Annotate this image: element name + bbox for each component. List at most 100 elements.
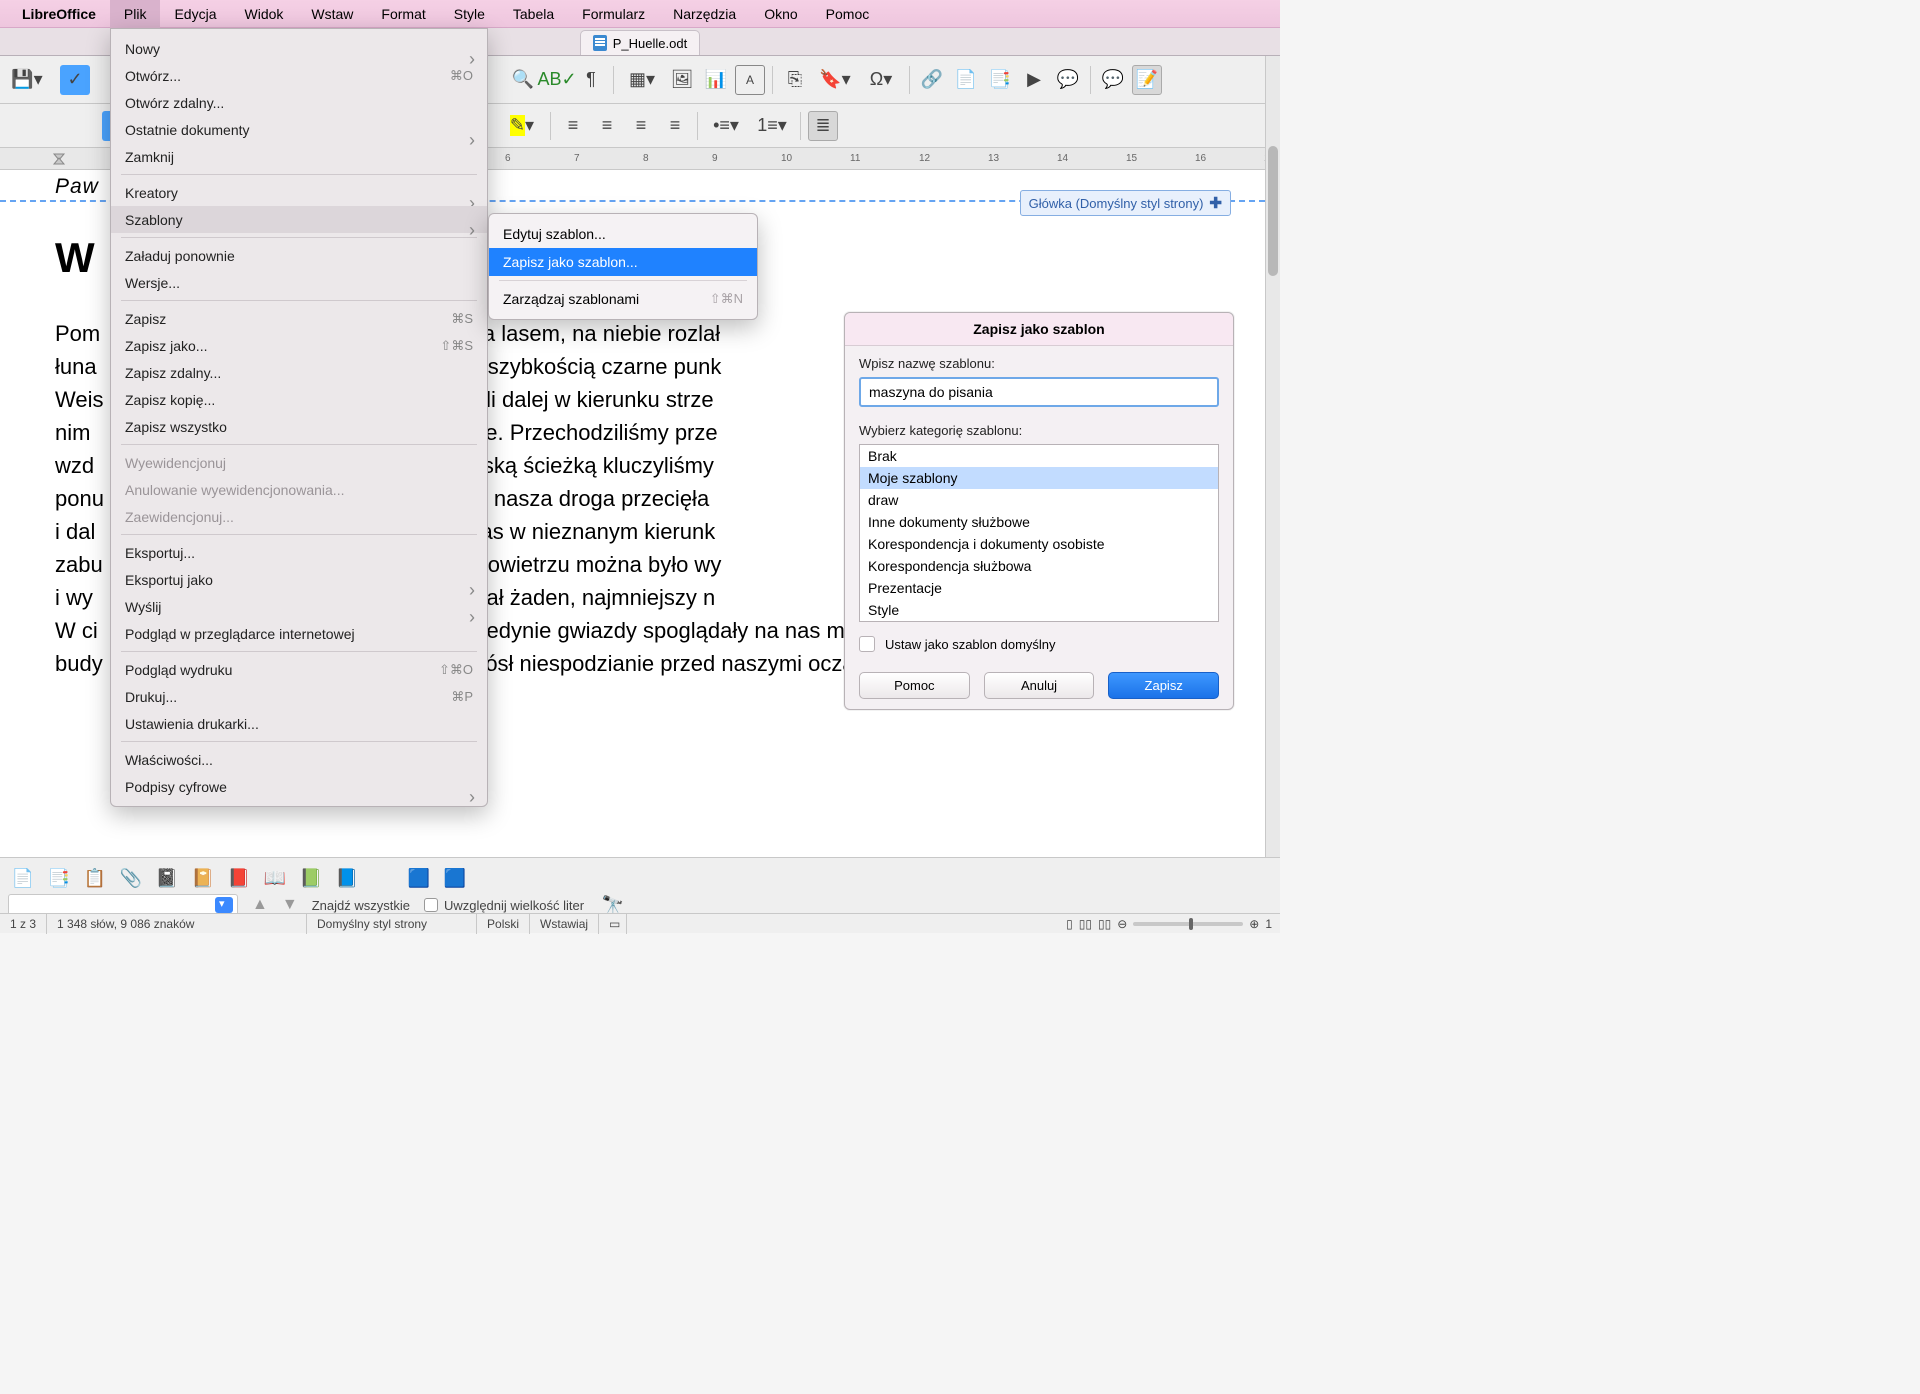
menu-item[interactable]: Drukuj...⌘P — [111, 683, 487, 710]
save-button[interactable]: 💾▾ — [6, 65, 48, 95]
zoom-in-icon[interactable]: ⊕ — [1249, 917, 1259, 931]
menu-item[interactable]: Wersje... — [111, 269, 487, 296]
track-changes-button[interactable]: 💬 — [1098, 65, 1128, 95]
insert-pagebreak-button[interactable]: ⎘ — [780, 65, 810, 95]
nav-icon-2[interactable]: 📑 — [44, 864, 74, 894]
menu-item[interactable]: Załaduj ponownie — [111, 242, 487, 269]
insert-comment-button[interactable]: 💬 — [1053, 65, 1083, 95]
menu-edycja[interactable]: Edycja — [160, 0, 230, 28]
nav-icon-9[interactable]: 📗 — [296, 864, 326, 894]
category-item[interactable]: Korespondencja służbowa — [860, 555, 1218, 577]
scrollbar-thumb[interactable] — [1268, 146, 1278, 276]
category-item[interactable]: Moje szablony — [860, 467, 1218, 489]
view-book-icon[interactable]: ▯▯ — [1098, 917, 1111, 931]
template-name-input[interactable] — [859, 377, 1219, 407]
menu-item[interactable]: Eksportuj... — [111, 539, 487, 566]
menu-item[interactable]: Zapisz jako...⇧⌘S — [111, 332, 487, 359]
number-list-button[interactable]: 1≡▾ — [751, 111, 793, 141]
zoom-slider[interactable] — [1133, 922, 1243, 926]
nav-icon-1[interactable]: 📄 — [8, 864, 38, 894]
menu-item[interactable]: Podgląd w przeglądarce internetowej — [111, 620, 487, 647]
submenu-item[interactable]: Edytuj szablon... — [489, 220, 757, 248]
status-pages[interactable]: 1 z 3 — [0, 914, 47, 934]
menu-item[interactable]: Eksportuj jako — [111, 566, 487, 593]
menu-style[interactable]: Style — [440, 0, 499, 28]
help-button[interactable]: Pomoc — [859, 672, 970, 699]
dropdown-icon[interactable] — [215, 897, 233, 913]
menu-item[interactable]: Podpisy cyfrowe — [111, 773, 487, 800]
nav-icon-color2[interactable]: 🟦 — [440, 864, 470, 894]
menu-wstaw[interactable]: Wstaw — [297, 0, 367, 28]
submenu-item[interactable]: Zapisz jako szablon... — [489, 248, 757, 276]
find-prev-icon[interactable]: ▲ — [252, 896, 268, 914]
set-default-checkbox[interactable] — [859, 636, 875, 652]
status-selection-mode[interactable]: ▭ — [599, 914, 627, 934]
insert-hyperlink-button[interactable]: 🔗 — [917, 65, 947, 95]
nav-icon-7[interactable]: 📕 — [224, 864, 254, 894]
find-replace-icon[interactable]: 🔍 — [508, 65, 538, 95]
status-style[interactable]: Domyślny styl strony — [307, 914, 477, 934]
template-category-list[interactable]: BrakMoje szablonydrawInne dokumenty służ… — [859, 444, 1219, 622]
align-left-button[interactable]: ≡ — [558, 111, 588, 141]
document-tab[interactable]: P_Huelle.odt — [580, 30, 700, 55]
highlight-color-button[interactable]: ✎▾ — [501, 111, 543, 141]
menu-item[interactable]: Podgląd wydruku⇧⌘O — [111, 656, 487, 683]
menu-item[interactable]: Ustawienia drukarki... — [111, 710, 487, 737]
category-item[interactable]: Brak — [860, 445, 1218, 467]
menu-item[interactable]: Szablony — [111, 206, 487, 233]
insert-footnote-button[interactable]: 📄 — [951, 65, 981, 95]
find-next-icon[interactable]: ▼ — [282, 896, 298, 914]
menu-formularz[interactable]: Formularz — [568, 0, 659, 28]
nav-icon-color1[interactable]: 🟦 — [404, 864, 434, 894]
formatting-marks-icon[interactable]: ¶ — [576, 65, 606, 95]
menu-format[interactable]: Format — [367, 0, 439, 28]
nav-icon-10[interactable]: 📘 — [332, 864, 362, 894]
spellcheck-icon[interactable]: AB✓ — [542, 65, 572, 95]
view-multi-icon[interactable]: ▯▯ — [1079, 917, 1092, 931]
toolbar-blue-check[interactable]: ✓ — [60, 65, 90, 95]
nav-icon-4[interactable]: 📎 — [116, 864, 146, 894]
menu-item[interactable]: Zamknij — [111, 143, 487, 170]
save-button[interactable]: Zapisz — [1108, 672, 1219, 699]
nav-icon-5[interactable]: 📓 — [152, 864, 182, 894]
menu-okno[interactable]: Okno — [750, 0, 811, 28]
nav-icon-3[interactable]: 📋 — [80, 864, 110, 894]
insert-specialchar-button[interactable]: Ω▾ — [860, 65, 902, 95]
outline-button[interactable]: ≣ — [808, 111, 838, 141]
align-right-button[interactable]: ≡ — [626, 111, 656, 141]
nav-icon-8[interactable]: 📖 — [260, 864, 290, 894]
vertical-scrollbar[interactable] — [1265, 56, 1280, 888]
status-words[interactable]: 1 348 słów, 9 086 znaków — [47, 914, 307, 934]
insert-table-button[interactable]: ▦▾ — [621, 65, 663, 95]
insert-image-button[interactable]: 🖼 — [667, 65, 697, 95]
menu-item[interactable]: Nowy — [111, 35, 487, 62]
category-item[interactable]: Prezentacje — [860, 577, 1218, 599]
cancel-button[interactable]: Anuluj — [984, 672, 1095, 699]
nav-icon-6[interactable]: 📔 — [188, 864, 218, 894]
show-changes-button[interactable]: 📝 — [1132, 65, 1162, 95]
view-single-icon[interactable]: ▯ — [1066, 917, 1073, 931]
align-justify-button[interactable]: ≡ — [660, 111, 690, 141]
find-all-label[interactable]: Znajdź wszystkie — [312, 898, 410, 913]
bullet-list-button[interactable]: •≡▾ — [705, 111, 747, 141]
menu-item[interactable]: Zapisz kopię... — [111, 386, 487, 413]
menu-plik[interactable]: Plik — [110, 0, 161, 28]
plus-icon[interactable]: ✚ — [1209, 194, 1222, 212]
category-item[interactable]: Inne dokumenty służbowe — [860, 511, 1218, 533]
status-lang[interactable]: Polski — [477, 914, 530, 934]
insert-bookmark-button[interactable]: 📑 — [985, 65, 1015, 95]
menu-item[interactable]: Zapisz wszystko — [111, 413, 487, 440]
menu-item[interactable]: Zapisz zdalny... — [111, 359, 487, 386]
category-item[interactable]: draw — [860, 489, 1218, 511]
menu-tabela[interactable]: Tabela — [499, 0, 568, 28]
category-item[interactable]: Korespondencja i dokumenty osobiste — [860, 533, 1218, 555]
menu-item[interactable]: Zapisz⌘S — [111, 305, 487, 332]
menu-narzędzia[interactable]: Narzędzia — [659, 0, 750, 28]
menu-item[interactable]: Otwórz...⌘O — [111, 62, 487, 89]
menu-widok[interactable]: Widok — [231, 0, 298, 28]
insert-field-button[interactable]: 🔖▾ — [814, 65, 856, 95]
menu-item[interactable]: Właściwości... — [111, 746, 487, 773]
header-section-tag[interactable]: Główka (Domyślny styl strony) ✚ — [1020, 190, 1231, 216]
insert-chart-button[interactable]: 📊 — [701, 65, 731, 95]
category-item[interactable]: Style — [860, 599, 1218, 621]
